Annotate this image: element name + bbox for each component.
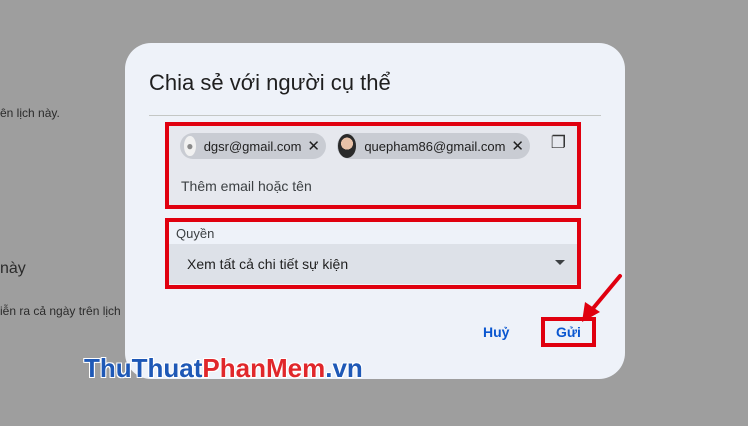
watermark-part: ThuThuat [84, 353, 203, 383]
watermark: ThuThuatPhanMem.vn [84, 353, 363, 384]
watermark-part: .vn [325, 353, 363, 383]
watermark-part: PhanMem [202, 353, 326, 383]
